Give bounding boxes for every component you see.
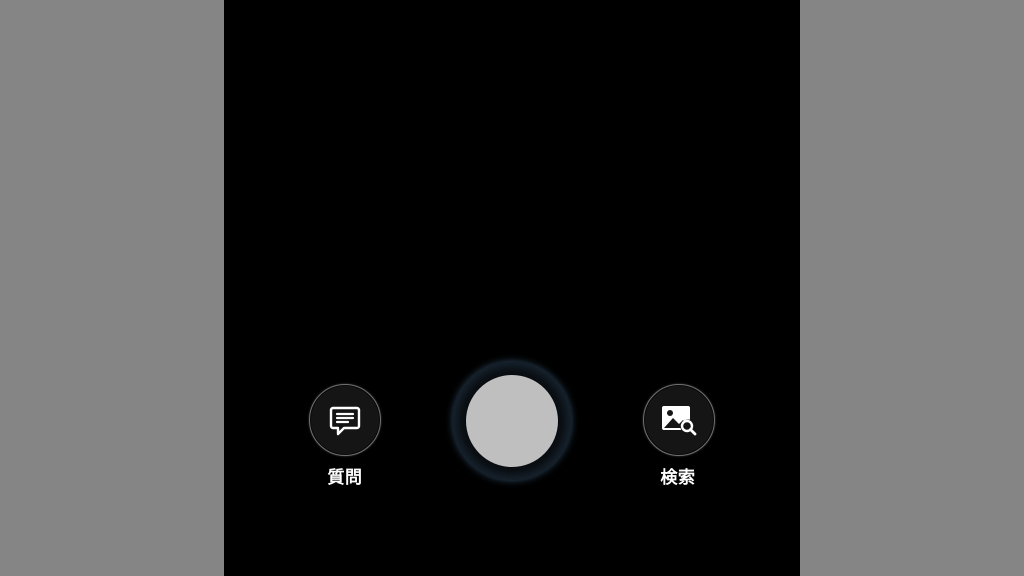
camera-viewfinder: 質問 検索 [224,0,800,576]
image-search-icon [659,402,699,438]
shutter-inner [466,375,558,467]
search-label: 検索 [660,468,696,488]
screen: 質問 検索 [0,0,1024,576]
image-search-button[interactable] [643,384,715,456]
ask-label: 質問 [327,468,363,488]
chat-bubble-icon [328,403,362,437]
ask-button[interactable] [309,384,381,456]
shutter-button[interactable] [453,362,571,480]
